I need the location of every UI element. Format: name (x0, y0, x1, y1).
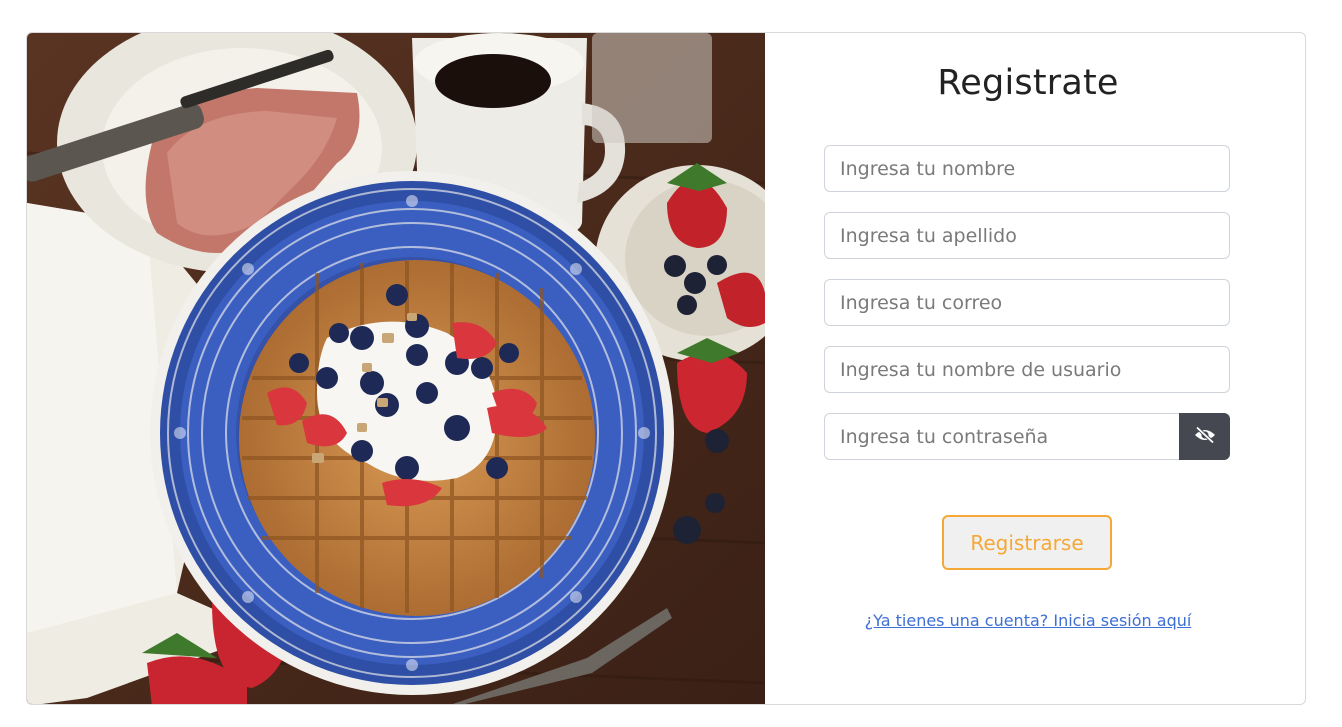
login-link[interactable]: ¿Ya tienes una cuenta? Inicia sesión aqu… (765, 611, 1291, 630)
email-input[interactable] (824, 279, 1230, 326)
last-name-input[interactable] (824, 212, 1230, 259)
password-input[interactable] (824, 413, 1180, 460)
page-title: Registrate (937, 63, 1119, 103)
username-input[interactable] (824, 346, 1230, 393)
breakfast-photo (27, 33, 765, 704)
eye-slash-icon (1194, 425, 1216, 448)
register-button[interactable]: Registrarse (942, 515, 1112, 570)
password-group (824, 413, 1230, 460)
register-card: Registrate Registrarse ¿Ya tienes una cu… (26, 32, 1306, 705)
toggle-password-button[interactable] (1179, 413, 1230, 460)
register-form-panel: Registrate Registrarse ¿Ya tienes una cu… (765, 33, 1305, 704)
first-name-input[interactable] (824, 145, 1230, 192)
